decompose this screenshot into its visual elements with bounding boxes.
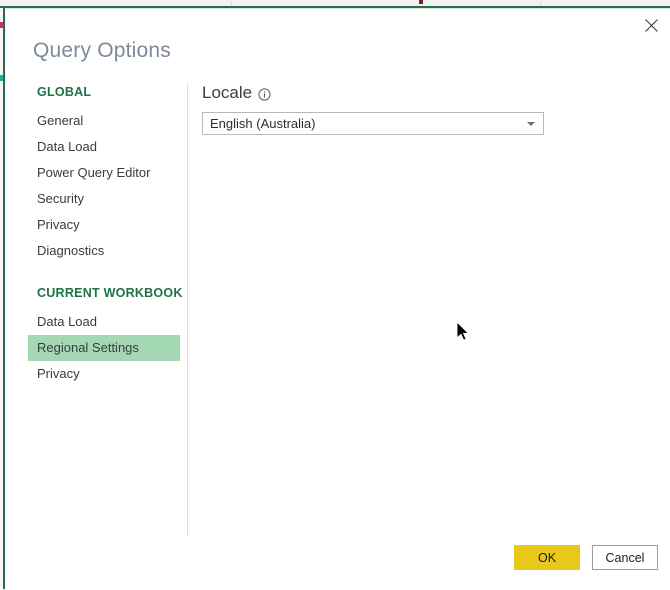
sidebar-item-global-privacy[interactable]: Privacy bbox=[28, 212, 186, 238]
backdrop-color-chip-teal bbox=[0, 75, 3, 81]
sidebar-item-security[interactable]: Security bbox=[28, 186, 186, 212]
options-sidebar: GLOBAL General Data Load Power Query Edi… bbox=[28, 85, 186, 387]
info-circle-icon[interactable] bbox=[258, 85, 271, 101]
nav-group-header-global: GLOBAL bbox=[37, 85, 92, 99]
sidebar-item-workbook-privacy[interactable]: Privacy bbox=[28, 361, 186, 387]
locale-section-label: Locale bbox=[202, 83, 253, 102]
sidebar-item-regional-settings[interactable]: Regional Settings bbox=[28, 335, 180, 361]
chevron-down-icon bbox=[527, 121, 535, 126]
locale-label-row: Locale bbox=[202, 83, 642, 103]
nav-group-header-current-workbook: CURRENT WORKBOOK bbox=[37, 286, 183, 300]
locale-select[interactable]: English (Australia) bbox=[202, 112, 544, 135]
sidebar-item-global-data-load[interactable]: Data Load bbox=[28, 134, 186, 160]
page-title: Query Options bbox=[33, 39, 171, 62]
backdrop-color-chip-top-left bbox=[231, 1, 232, 5]
backdrop-color-chip-pink bbox=[0, 22, 3, 28]
backdrop-left-green-rule bbox=[3, 8, 5, 589]
sidebar-item-diagnostics[interactable]: Diagnostics bbox=[28, 238, 186, 264]
backdrop-color-chip-top-mid bbox=[419, 0, 423, 4]
dialog-footer: OK Cancel bbox=[514, 545, 658, 570]
close-icon bbox=[644, 18, 658, 32]
cancel-button[interactable]: Cancel bbox=[592, 545, 658, 570]
content-pane: Locale English (Australia) bbox=[202, 83, 642, 135]
close-button[interactable] bbox=[636, 11, 666, 39]
ok-button[interactable]: OK bbox=[514, 545, 580, 570]
query-options-dialog: Query Options GLOBAL General Data Load P… bbox=[6, 8, 670, 590]
sidebar-item-power-query-editor[interactable]: Power Query Editor bbox=[28, 160, 186, 186]
sidebar-divider bbox=[187, 83, 188, 536]
sidebar-item-workbook-data-load[interactable]: Data Load bbox=[28, 309, 186, 335]
locale-select-value: English (Australia) bbox=[210, 116, 316, 131]
sidebar-item-general[interactable]: General bbox=[28, 108, 186, 134]
backdrop-color-chip-top-right bbox=[540, 1, 541, 5]
